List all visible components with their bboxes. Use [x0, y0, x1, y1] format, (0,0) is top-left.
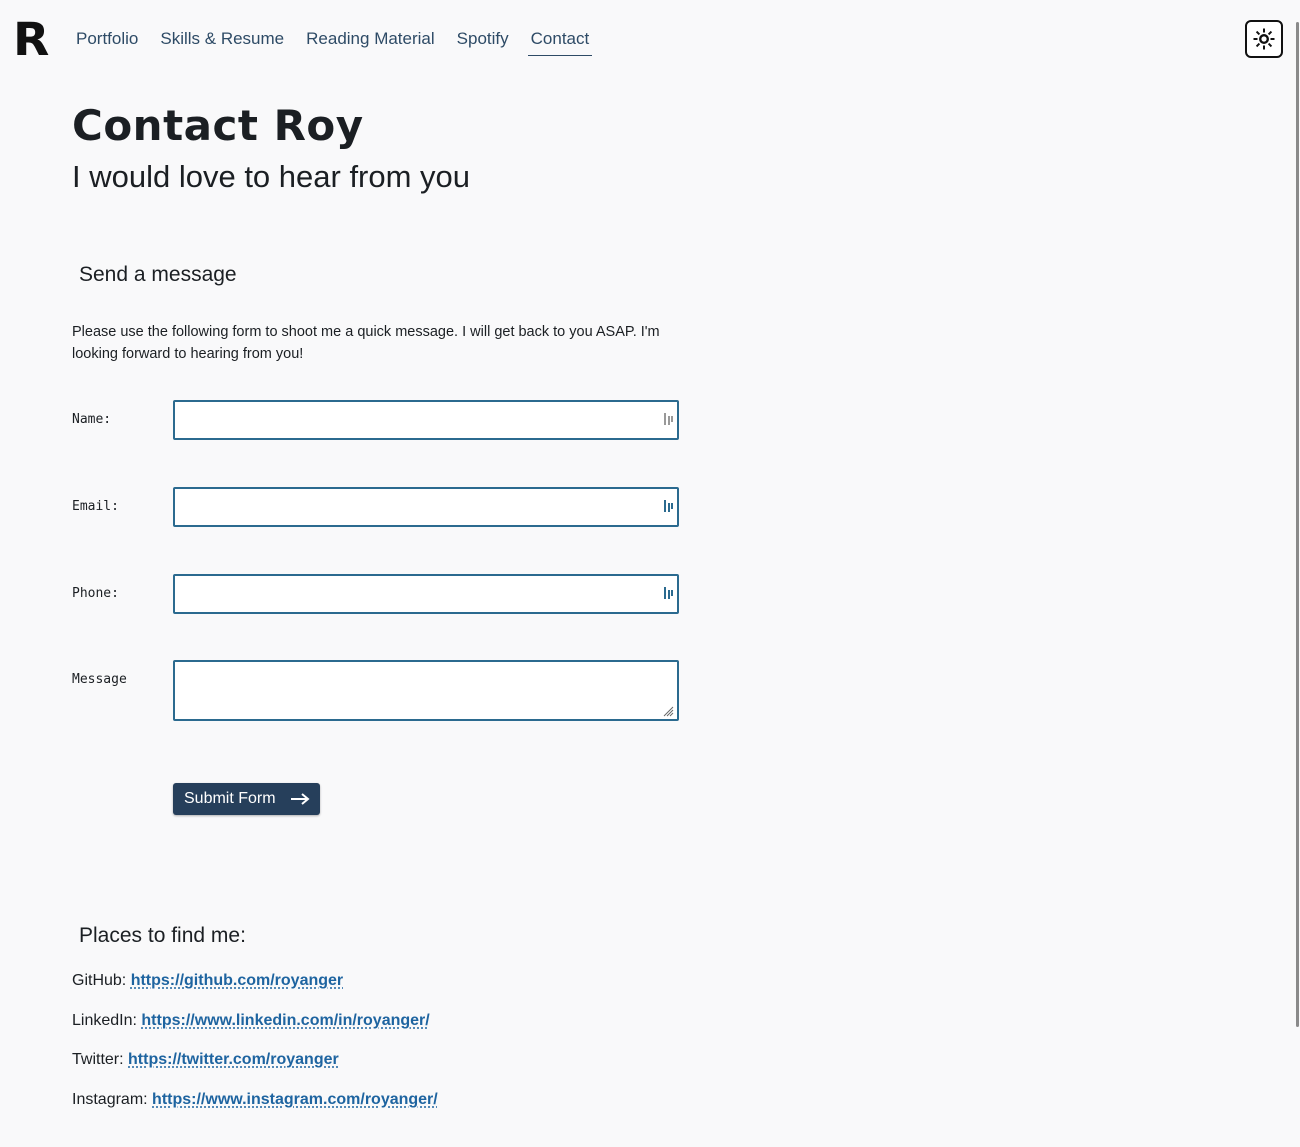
nav-spotify[interactable]: Spotify — [457, 28, 509, 56]
linkedin-link[interactable]: https://www.linkedin.com/in/royanger/ — [141, 1012, 429, 1029]
arrow-right-icon — [290, 793, 310, 805]
autofill-icon[interactable] — [663, 500, 673, 514]
submit-form-button[interactable]: Submit Form — [173, 783, 320, 815]
sun-icon — [1253, 28, 1275, 50]
phone-input[interactable] — [173, 574, 679, 614]
message-textarea[interactable] — [173, 660, 679, 721]
name-input[interactable] — [173, 400, 679, 440]
instagram-label: Instagram: — [72, 1091, 148, 1108]
places-heading: Places to find me: — [79, 924, 246, 947]
email-label: Email: — [72, 499, 119, 514]
linkedin-label: LinkedIn: — [72, 1012, 137, 1029]
form-intro-text: Please use the following form to shoot m… — [72, 324, 660, 362]
email-input[interactable] — [173, 487, 679, 527]
resize-grip-icon[interactable] — [662, 705, 674, 717]
autofill-icon[interactable] — [663, 587, 673, 601]
github-label: GitHub: — [72, 972, 127, 989]
instagram-link[interactable]: https://www.instagram.com/royanger/ — [152, 1091, 438, 1108]
theme-toggle-button[interactable] — [1245, 20, 1283, 58]
nav-skills-resume[interactable]: Skills & Resume — [160, 28, 284, 56]
message-label: Message — [72, 672, 127, 687]
nav-contact[interactable]: Contact — [527, 28, 593, 56]
page-title: Contact Roy — [72, 101, 364, 150]
send-message-heading: Send a message — [79, 263, 237, 286]
autofill-icon[interactable] — [663, 413, 673, 427]
site-logo[interactable]: R — [13, 17, 49, 62]
social-row-github: GitHub: https://github.com/royanger — [72, 971, 343, 991]
name-label: Name: — [72, 412, 112, 427]
twitter-link[interactable]: https://twitter.com/royanger — [128, 1051, 339, 1068]
social-row-linkedin: LinkedIn: https://www.linkedin.com/in/ro… — [72, 1011, 430, 1031]
nav-reading-material[interactable]: Reading Material — [306, 28, 435, 56]
social-row-instagram: Instagram: https://www.instagram.com/roy… — [72, 1090, 438, 1110]
social-row-twitter: Twitter: https://twitter.com/royanger — [72, 1050, 339, 1070]
nav-portfolio[interactable]: Portfolio — [76, 28, 138, 56]
scrollbar-thumb[interactable] — [1296, 22, 1299, 1027]
main-nav: Portfolio Skills & Resume Reading Materi… — [76, 28, 614, 56]
github-link[interactable]: https://github.com/royanger — [131, 972, 343, 989]
twitter-label: Twitter: — [72, 1051, 124, 1068]
submit-button-label: Submit Form — [184, 790, 276, 807]
page-subtitle: I would love to hear from you — [72, 159, 471, 194]
phone-label: Phone: — [72, 586, 119, 601]
